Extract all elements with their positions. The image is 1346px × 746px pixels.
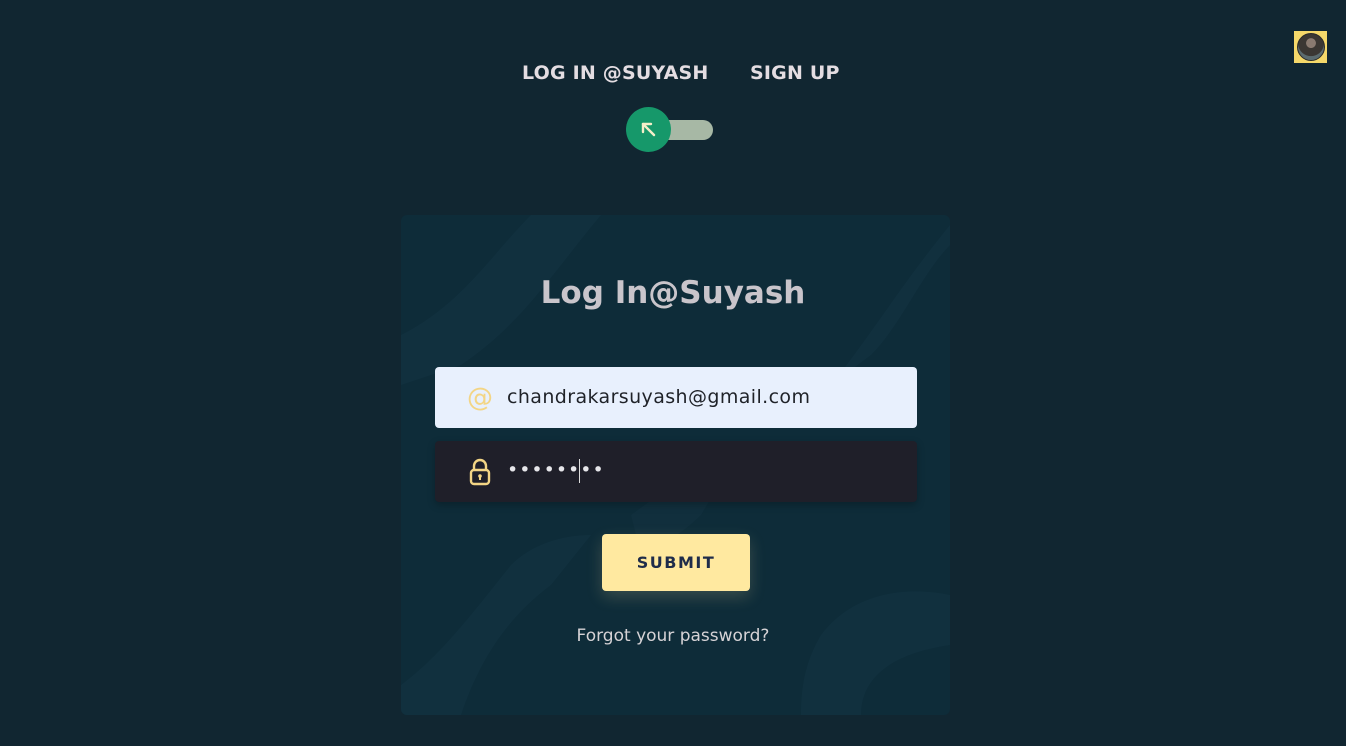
tab-login[interactable]: LOG IN @SUYASH [522, 62, 709, 84]
at-icon: @ [467, 383, 493, 413]
password-value: •••••••• [507, 459, 605, 481]
mode-toggle-knob[interactable] [626, 107, 671, 152]
forgot-password-link[interactable]: Forgot your password? [0, 626, 1346, 646]
lock-icon [465, 457, 495, 487]
avatar-image [1296, 33, 1325, 61]
arrow-up-left-icon [641, 122, 655, 136]
form-title: Log In@Suyash [540, 275, 806, 311]
login-page: LOG IN @SUYASH SIGN UP Log In@Suyash @ c… [0, 0, 1346, 746]
text-caret [579, 459, 580, 483]
tab-signup[interactable]: SIGN UP [750, 62, 840, 84]
profile-avatar[interactable] [1294, 31, 1327, 63]
submit-button[interactable]: SUBMIT [602, 534, 750, 591]
password-field[interactable]: •••••••• [435, 441, 917, 502]
mode-tabs: LOG IN @SUYASH SIGN UP [0, 62, 1346, 90]
email-field[interactable]: @ chandrakarsuyash@gmail.com [435, 367, 917, 428]
email-value: chandrakarsuyash@gmail.com [507, 386, 811, 408]
